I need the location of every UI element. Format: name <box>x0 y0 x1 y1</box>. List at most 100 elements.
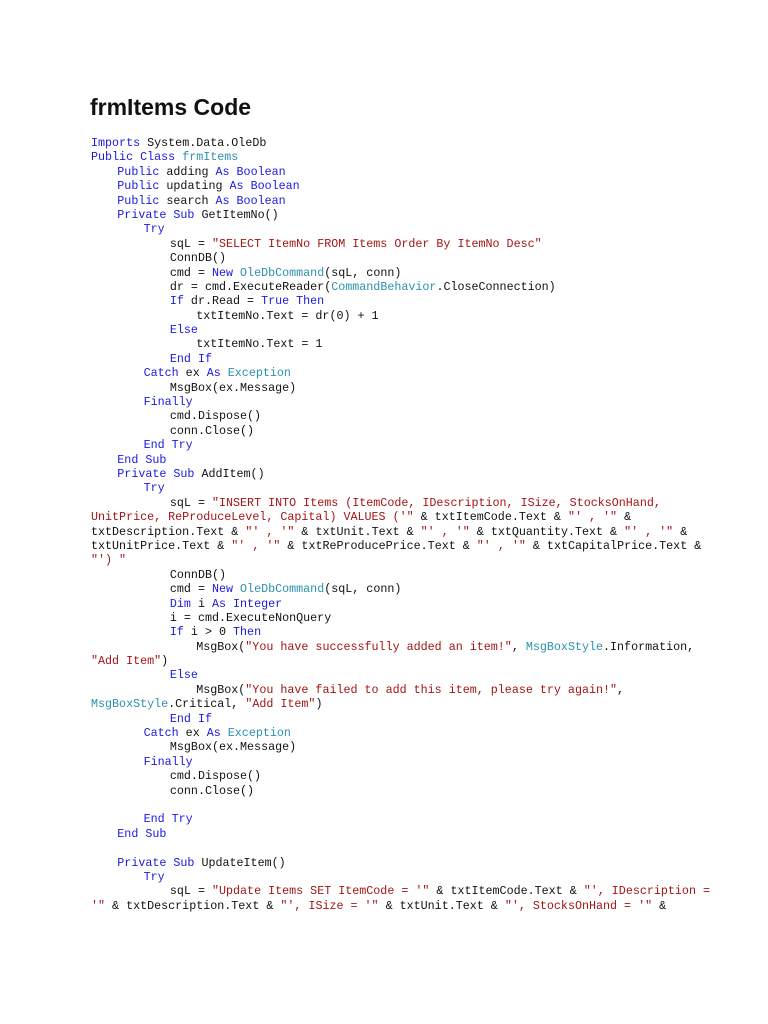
code-text: & txtUnit.Text & <box>378 898 505 913</box>
code-line: cmd.Dispose() <box>91 769 691 783</box>
string-literal: "You have failed to add this item, pleas… <box>245 682 618 697</box>
code-text: MsgBox( <box>196 682 246 697</box>
keyword: Public <box>117 164 160 179</box>
string-literal: "' , '" <box>567 510 618 525</box>
string-literal: "', ISize = '" <box>280 898 379 913</box>
keyword: Catch <box>143 726 179 741</box>
code-line: txtItemNo.Text = 1 <box>91 337 691 351</box>
code-text: AddItem() <box>194 466 265 481</box>
code-text: .CloseConnection) <box>436 279 556 294</box>
code-text: ConnDB() <box>169 251 226 266</box>
code-text: & <box>652 898 667 913</box>
keyword: End Sub <box>117 826 167 841</box>
code-line: Catch ex As Exception <box>91 366 691 380</box>
code-line: cmd.Dispose() <box>91 409 691 423</box>
code-line: conn.Close() <box>91 424 691 438</box>
code-line: dr = cmd.ExecuteReader(CommandBehavior.C… <box>91 280 691 294</box>
keyword: Public <box>117 193 160 208</box>
code-line: Private Sub UpdateItem() <box>91 856 691 870</box>
keyword: If <box>169 625 184 640</box>
code-line: sqL = "Update Items SET ItemCode = '" & … <box>91 884 710 899</box>
code-line: End Sub <box>91 827 691 841</box>
string-literal: "Add Item" <box>245 697 316 712</box>
code-text: cmd.Dispose() <box>169 769 262 784</box>
code-line: End If <box>91 712 691 726</box>
code-line: Private Sub AddItem() <box>91 467 691 481</box>
string-literal: "Update Items SET ItemCode = '" <box>211 884 430 899</box>
keyword: Public Class <box>91 150 183 165</box>
code-line: Public search As Boolean <box>91 194 691 208</box>
code-line: MsgBox(ex.Message) <box>91 381 691 395</box>
string-literal: "' , '" <box>476 538 526 553</box>
keyword: Private Sub <box>117 466 195 481</box>
keyword: Else <box>169 668 198 683</box>
keyword: True Then <box>261 294 325 309</box>
type-name: OleDbCommand <box>240 582 325 597</box>
code-text: (sqL, conn) <box>324 265 402 280</box>
code-text: System.Data.OleDb <box>140 136 267 150</box>
code-text: dr = cmd.ExecuteReader( <box>169 279 332 294</box>
string-literal: "', IDescription = <box>583 884 710 899</box>
code-line: End Sub <box>91 453 691 467</box>
code-line: Try <box>91 870 691 884</box>
code-text: conn.Close() <box>169 783 255 798</box>
code-line: sqL = "SELECT ItemNo FROM Items Order By… <box>91 237 691 251</box>
keyword: End If <box>169 711 212 726</box>
keyword: Finally <box>143 395 193 410</box>
code-text: sqL = <box>169 495 212 510</box>
code-text: & <box>617 510 632 525</box>
code-text: & <box>673 524 688 539</box>
keyword: Private Sub <box>117 855 195 870</box>
keyword: New <box>211 582 234 597</box>
keyword: Then <box>233 625 262 640</box>
keyword: As Boolean <box>215 164 286 179</box>
type-name: OleDbCommand <box>240 265 325 280</box>
code-line: If dr.Read = True Then <box>91 294 691 308</box>
code-line: cmd = New OleDbCommand(sqL, conn) <box>91 266 691 280</box>
code-line: '" & txtDescription.Text & "', ISize = '… <box>91 899 691 913</box>
keyword: Else <box>169 323 198 338</box>
code-text: & txtItemCode.Text & <box>429 884 584 899</box>
keyword: End Sub <box>117 452 167 467</box>
code-line: cmd = New OleDbCommand(sqL, conn) <box>91 582 691 596</box>
code-text: search <box>159 193 216 208</box>
code-text: (sqL, conn) <box>324 582 402 597</box>
code-text: txtItemNo.Text = 1 <box>196 337 323 352</box>
string-literal: UnitPrice, ReProduceLevel, Capital) VALU… <box>91 510 414 525</box>
code-line: ConnDB() <box>91 251 691 265</box>
code-line: "Add Item") <box>91 654 691 668</box>
code-line: End If <box>91 352 691 366</box>
string-literal: "' , '" <box>245 524 295 539</box>
code-text: sqL = <box>169 884 212 899</box>
code-text: ex <box>178 366 207 381</box>
keyword: New <box>211 265 234 280</box>
code-text: ex <box>178 726 207 741</box>
string-literal: "INSERT INTO Items (ItemCode, IDescripti… <box>211 495 661 510</box>
code-text: .Information, <box>603 639 695 654</box>
code-line: txtItemNo.Text = dr(0) + 1 <box>91 309 691 323</box>
code-text: txtUnitPrice.Text & <box>91 538 232 553</box>
string-literal: "You have successfully added an item!" <box>245 639 512 654</box>
type-name: frmItems <box>182 150 239 165</box>
string-literal: "', StocksOnHand = '" <box>504 898 653 913</box>
code-line: MsgBox("You have failed to add this item… <box>91 683 691 697</box>
code-text: ) <box>161 654 169 669</box>
code-text: updating <box>159 179 230 194</box>
keyword: Public <box>117 179 160 194</box>
code-block: Imports System.Data.OleDb Public Class fr… <box>91 136 710 913</box>
code-line: If i > 0 Then <box>91 625 691 639</box>
code-line: Finally <box>91 755 691 769</box>
type-name: MsgBoxStyle <box>91 697 169 712</box>
code-line: ConnDB() <box>91 568 691 582</box>
keyword: As <box>206 366 221 381</box>
code-text: i = cmd.ExecuteNonQuery <box>169 610 332 625</box>
code-line: UnitPrice, ReProduceLevel, Capital) VALU… <box>91 510 691 524</box>
code-text: & txtDescription.Text & <box>105 898 281 913</box>
code-text: & txtQuantity.Text & <box>469 524 625 539</box>
code-text: & txtReProducePrice.Text & <box>280 538 477 553</box>
type-name: Exception <box>227 366 291 381</box>
